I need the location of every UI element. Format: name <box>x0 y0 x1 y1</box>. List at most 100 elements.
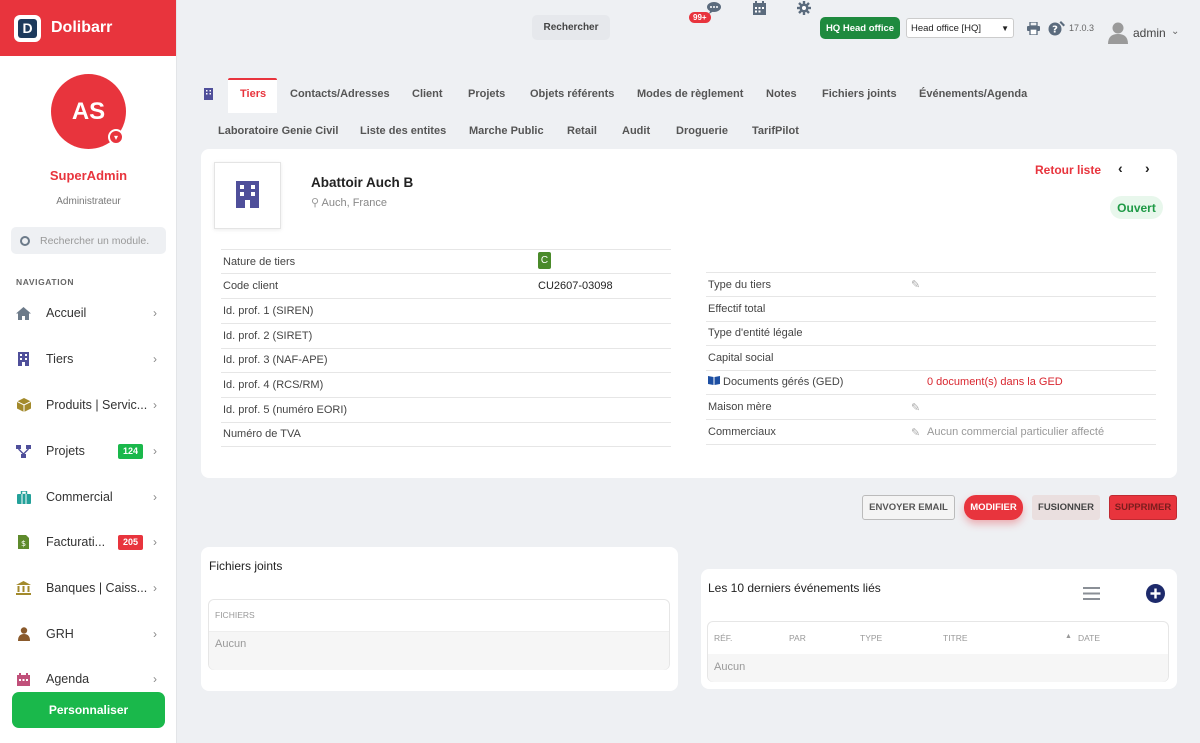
building-icon <box>203 87 214 100</box>
events-col-titre[interactable]: TITRE <box>943 633 968 643</box>
back-to-list-link[interactable]: Retour liste <box>1035 163 1101 177</box>
send-email-button[interactable]: ENVOYER EMAIL <box>862 495 955 520</box>
projets-count-badge: 124 <box>118 443 144 459</box>
brand-name: Dolibarr <box>51 19 113 36</box>
brand-header[interactable]: D Dolibarr <box>0 0 176 56</box>
avatar-dropdown-icon[interactable]: ▾ <box>108 129 124 145</box>
field-row: Nature de tiers <box>221 249 671 274</box>
chevron-right-icon: › <box>153 535 157 549</box>
tab-projets[interactable]: Projets <box>468 88 505 100</box>
help-icon[interactable]: ? <box>1048 20 1066 36</box>
events-col-ref[interactable]: RÉF. <box>714 633 732 643</box>
customer-type-badge: C <box>538 252 551 269</box>
tab-fichiers-joints[interactable]: Fichiers joints <box>822 88 897 100</box>
sidebar-item-produits[interactable]: Produits | Servic... › <box>0 390 177 420</box>
events-col-date[interactable]: DATE <box>1078 633 1100 643</box>
events-empty-text: Aucun <box>714 661 746 673</box>
field-row: Type d'entité légale <box>706 321 1156 346</box>
field-row: Id. prof. 3 (NAF-APE) <box>221 348 671 373</box>
tab-evenements[interactable]: Événements/Agenda <box>919 88 1027 100</box>
events-panel-title: Les 10 derniers événements liés <box>708 581 881 595</box>
events-table <box>707 621 1169 682</box>
box-icon <box>16 398 31 413</box>
admin-username[interactable]: admin <box>1133 26 1166 40</box>
customer-code: CU2607-03098 <box>538 280 613 292</box>
events-col-par[interactable]: PAR <box>789 633 806 643</box>
tab-audit[interactable]: Audit <box>622 125 650 137</box>
person-icon <box>16 627 31 642</box>
sidebar-item-tiers[interactable]: Tiers › <box>0 344 177 374</box>
chevron-right-icon: › <box>153 352 157 366</box>
sidebar-item-grh[interactable]: GRH › <box>0 619 177 649</box>
tab-modes-reglement[interactable]: Modes de règlement <box>637 88 743 100</box>
sidebar-item-commercial[interactable]: Commercial › <box>0 482 177 512</box>
tab-droguerie[interactable]: Droguerie <box>676 125 728 137</box>
calendar-icon <box>16 672 31 687</box>
tab-liste-entites[interactable]: Liste des entites <box>360 125 446 137</box>
module-search-input[interactable]: Rechercher un module. <box>11 227 166 254</box>
tab-tarifpilot[interactable]: TarifPilot <box>752 125 799 137</box>
edit-pencil-icon[interactable]: ✎ <box>911 426 920 439</box>
sort-up-icon[interactable]: ▲ <box>1065 633 1072 640</box>
notification-badge: 99+ <box>689 12 711 23</box>
tab-marche-public[interactable]: Marche Public <box>469 125 544 137</box>
customize-button[interactable]: Personnaliser <box>12 692 165 728</box>
previous-record-icon[interactable]: ‹ <box>1118 160 1123 176</box>
nav-title: NAVIGATION <box>16 277 75 287</box>
sidebar-item-accueil[interactable]: Accueil › <box>0 298 177 328</box>
calendar-top-icon[interactable] <box>752 0 767 15</box>
company-location: ⚲ Auch, France <box>311 197 387 209</box>
sidebar-item-agenda[interactable]: Agenda › <box>0 664 177 694</box>
admin-avatar-icon[interactable] <box>1108 22 1128 44</box>
files-column-header: FICHIERS <box>215 610 255 620</box>
next-record-icon[interactable]: › <box>1145 160 1150 176</box>
tab-contacts[interactable]: Contacts/Adresses <box>290 88 390 100</box>
tab-retail[interactable]: Retail <box>567 125 597 137</box>
tab-laboratoire[interactable]: Laboratoire Genie Civil <box>218 125 338 137</box>
files-empty-text: Aucun <box>215 638 247 650</box>
tab-notes[interactable]: Notes <box>766 88 797 100</box>
gear-icon[interactable] <box>796 0 811 15</box>
svg-text:$: $ <box>21 539 26 548</box>
sidebar-item-banques[interactable]: Banques | Caiss... › <box>0 573 177 603</box>
status-badge: Ouvert <box>1110 196 1163 219</box>
chevron-right-icon: › <box>153 627 157 641</box>
merge-button[interactable]: FUSIONNER <box>1032 495 1100 520</box>
user-role: Administrateur <box>56 196 121 207</box>
field-row: Code client CU2607-03098 <box>221 274 671 299</box>
briefcase-icon <box>16 490 31 505</box>
company-logo <box>214 162 281 229</box>
print-icon[interactable] <box>1026 21 1040 35</box>
ged-documents-link[interactable]: 0 document(s) dans la GED <box>927 376 1063 388</box>
edit-pencil-icon[interactable]: ✎ <box>911 401 920 414</box>
edit-pencil-icon[interactable]: ✎ <box>911 278 920 291</box>
module-search-placeholder: Rechercher un module. <box>40 234 150 247</box>
sidebar-item-projets[interactable]: Projets 124 › <box>0 436 177 466</box>
modify-button[interactable]: MODIFIER <box>964 495 1023 520</box>
tab-objets-referents[interactable]: Objets référents <box>530 88 614 100</box>
facturation-count-badge: 205 <box>118 534 144 550</box>
entity-select[interactable]: Head office [HQ] ▼ <box>906 18 1014 38</box>
field-row: Numéro de TVA <box>221 422 671 447</box>
search-button[interactable]: Rechercher <box>532 15 610 40</box>
sidebar-item-facturation[interactable]: $ Facturati... 205 › <box>0 527 177 557</box>
bank-icon <box>16 581 31 596</box>
home-icon <box>16 306 31 321</box>
hq-entity-button[interactable]: HQ Head office <box>820 17 900 39</box>
svg-text:?: ? <box>1052 25 1058 36</box>
files-table <box>208 599 670 670</box>
field-row: Type du tiers ✎ <box>706 272 1156 297</box>
tab-tiers[interactable]: Tiers <box>240 88 266 100</box>
chevron-down-icon[interactable]: ⌄ <box>1171 26 1179 37</box>
building-icon <box>16 352 31 367</box>
building-icon <box>236 180 259 211</box>
delete-button[interactable]: SUPPRIMER <box>1109 495 1177 520</box>
events-col-type[interactable]: TYPE <box>860 633 882 643</box>
files-panel-title: Fichiers joints <box>209 559 283 573</box>
list-menu-icon[interactable] <box>1083 586 1100 600</box>
field-row: Effectif total <box>706 297 1156 322</box>
field-row: Maison mère ✎ <box>706 395 1156 420</box>
field-row: Id. prof. 5 (numéro EORI) <box>221 398 671 423</box>
tab-client[interactable]: Client <box>412 88 443 100</box>
add-event-icon[interactable] <box>1146 584 1165 603</box>
